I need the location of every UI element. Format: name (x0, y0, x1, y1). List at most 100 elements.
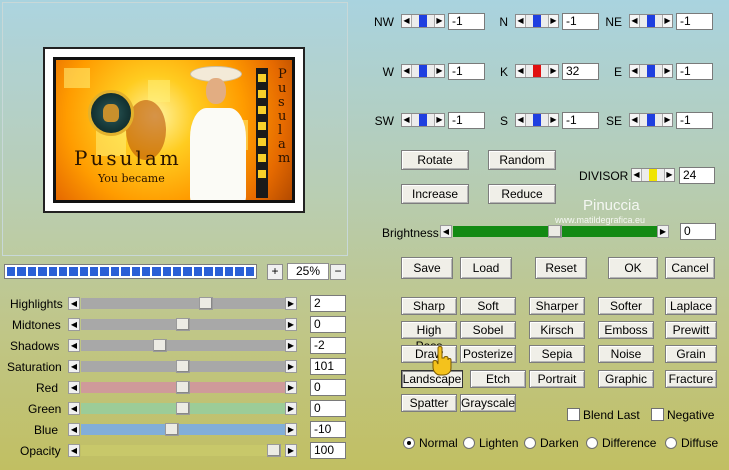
matrix-spinner-e[interactable]: ◀ ▶ (629, 64, 673, 78)
arrow-right-icon[interactable]: ▶ (662, 65, 672, 77)
arrow-left-icon[interactable]: ◀ (516, 65, 526, 77)
red-right-arrow[interactable]: ▶ (285, 381, 297, 394)
green-right-arrow[interactable]: ▶ (285, 402, 297, 415)
green-thumb[interactable] (176, 402, 190, 415)
red-thumb[interactable] (176, 381, 190, 394)
opacity-left-arrow[interactable]: ◀ (68, 444, 80, 457)
matrix-thumb[interactable] (647, 15, 655, 27)
arrow-left-icon[interactable]: ◀ (516, 114, 526, 126)
saturation-thumb[interactable] (176, 360, 190, 373)
arrow-left-icon[interactable]: ◀ (402, 15, 412, 27)
matrix-spinner-se[interactable]: ◀ ▶ (629, 113, 673, 127)
highlights-right-arrow[interactable]: ▶ (285, 297, 297, 310)
matrix-value-e[interactable]: -1 (676, 63, 713, 80)
zoom-in-button[interactable]: + (267, 264, 283, 280)
preset-kirsch-button[interactable]: Kirsch (529, 321, 585, 339)
matrix-thumb[interactable] (647, 114, 655, 126)
preset-laplace-button[interactable]: Laplace (665, 297, 717, 315)
brightness-right-arrow[interactable]: ▶ (657, 225, 669, 238)
save-button[interactable]: Save (401, 257, 453, 279)
opacity-value[interactable]: 100 (310, 442, 346, 459)
preset-grain-button[interactable]: Grain (665, 345, 717, 363)
preset-sharper-button[interactable]: Sharper (529, 297, 585, 315)
preset-noise-button[interactable]: Noise (598, 345, 654, 363)
arrow-right-icon[interactable]: ▶ (548, 114, 558, 126)
green-value[interactable]: 0 (310, 400, 346, 417)
blue-track[interactable] (81, 424, 285, 435)
increase-button[interactable]: Increase (401, 184, 469, 204)
saturation-right-arrow[interactable]: ▶ (285, 360, 297, 373)
matrix-thumb[interactable] (533, 65, 541, 77)
mode-radio-lighten[interactable] (463, 437, 475, 449)
matrix-thumb[interactable] (419, 65, 427, 77)
arrow-right-icon[interactable]: ▶ (548, 15, 558, 27)
opacity-thumb[interactable] (267, 444, 282, 457)
highlights-left-arrow[interactable]: ◀ (68, 297, 80, 310)
shadows-right-arrow[interactable]: ▶ (285, 339, 297, 352)
matrix-value-k[interactable]: 32 (562, 63, 599, 80)
highlights-thumb[interactable] (198, 297, 213, 310)
arrow-left-icon[interactable]: ◀ (402, 65, 412, 77)
green-left-arrow[interactable]: ◀ (68, 402, 80, 415)
arrow-left-icon[interactable]: ◀ (632, 169, 642, 181)
matrix-value-w[interactable]: -1 (448, 63, 485, 80)
shadows-thumb[interactable] (153, 339, 168, 352)
zoom-out-button[interactable]: − (330, 264, 346, 280)
matrix-spinner-sw[interactable]: ◀ ▶ (401, 113, 445, 127)
highlights-track[interactable] (81, 298, 285, 309)
blue-left-arrow[interactable]: ◀ (68, 423, 80, 436)
matrix-value-n[interactable]: -1 (562, 13, 599, 30)
arrow-left-icon[interactable]: ◀ (630, 65, 640, 77)
matrix-spinner-n[interactable]: ◀ ▶ (515, 14, 559, 28)
opacity-right-arrow[interactable]: ▶ (285, 444, 297, 457)
blue-value[interactable]: -10 (310, 421, 346, 438)
preset-fracture-button[interactable]: Fracture (665, 370, 717, 388)
brightness-value[interactable]: 0 (680, 223, 716, 240)
blue-right-arrow[interactable]: ▶ (285, 423, 297, 436)
preset-etch-button[interactable]: Etch (470, 370, 526, 388)
arrow-right-icon[interactable]: ▶ (662, 15, 672, 27)
preset-sharp-button[interactable]: Sharp (401, 297, 457, 315)
arrow-right-icon[interactable]: ▶ (434, 15, 444, 27)
reduce-button[interactable]: Reduce (488, 184, 556, 204)
cancel-button[interactable]: Cancel (665, 257, 715, 279)
preset-soft-button[interactable]: Soft (460, 297, 516, 315)
shadows-track[interactable] (81, 340, 285, 351)
arrow-right-icon[interactable]: ▶ (664, 169, 674, 181)
divisor-spinner[interactable]: ◀ ▶ (631, 168, 675, 182)
midtones-thumb[interactable] (176, 318, 190, 331)
matrix-value-sw[interactable]: -1 (448, 112, 485, 129)
preset-sobel-button[interactable]: Sobel (460, 321, 516, 339)
mode-radio-diffuse[interactable] (665, 437, 677, 449)
divisor-value[interactable]: 24 (679, 167, 715, 184)
brightness-thumb[interactable] (548, 225, 562, 238)
matrix-spinner-nw[interactable]: ◀ ▶ (401, 14, 445, 28)
matrix-thumb[interactable] (419, 15, 427, 27)
blue-thumb[interactable] (164, 423, 179, 436)
ok-button[interactable]: OK (608, 257, 658, 279)
matrix-spinner-k[interactable]: ◀ ▶ (515, 64, 559, 78)
preset-prewitt-button[interactable]: Prewitt (665, 321, 717, 339)
reset-button[interactable]: Reset (535, 257, 587, 279)
arrow-right-icon[interactable]: ▶ (434, 65, 444, 77)
blend-last-checkbox[interactable] (567, 408, 580, 421)
midtones-right-arrow[interactable]: ▶ (285, 318, 297, 331)
arrow-left-icon[interactable]: ◀ (630, 114, 640, 126)
shadows-left-arrow[interactable]: ◀ (68, 339, 80, 352)
arrow-left-icon[interactable]: ◀ (402, 114, 412, 126)
random-button[interactable]: Random (488, 150, 556, 170)
brightness-left-arrow[interactable]: ◀ (440, 225, 452, 238)
divisor-thumb[interactable] (649, 169, 657, 181)
preset-portrait-button[interactable]: Portrait (529, 370, 585, 388)
mode-radio-darken[interactable] (524, 437, 536, 449)
arrow-left-icon[interactable]: ◀ (630, 15, 640, 27)
preset-sepia-button[interactable]: Sepia (529, 345, 585, 363)
preset-graphic-button[interactable]: Graphic (598, 370, 654, 388)
matrix-value-nw[interactable]: -1 (448, 13, 485, 30)
red-value[interactable]: 0 (310, 379, 346, 396)
matrix-value-ne[interactable]: -1 (676, 13, 713, 30)
arrow-left-icon[interactable]: ◀ (516, 15, 526, 27)
matrix-value-s[interactable]: -1 (562, 112, 599, 129)
mode-radio-normal[interactable] (403, 437, 415, 449)
mode-radio-difference[interactable] (586, 437, 598, 449)
